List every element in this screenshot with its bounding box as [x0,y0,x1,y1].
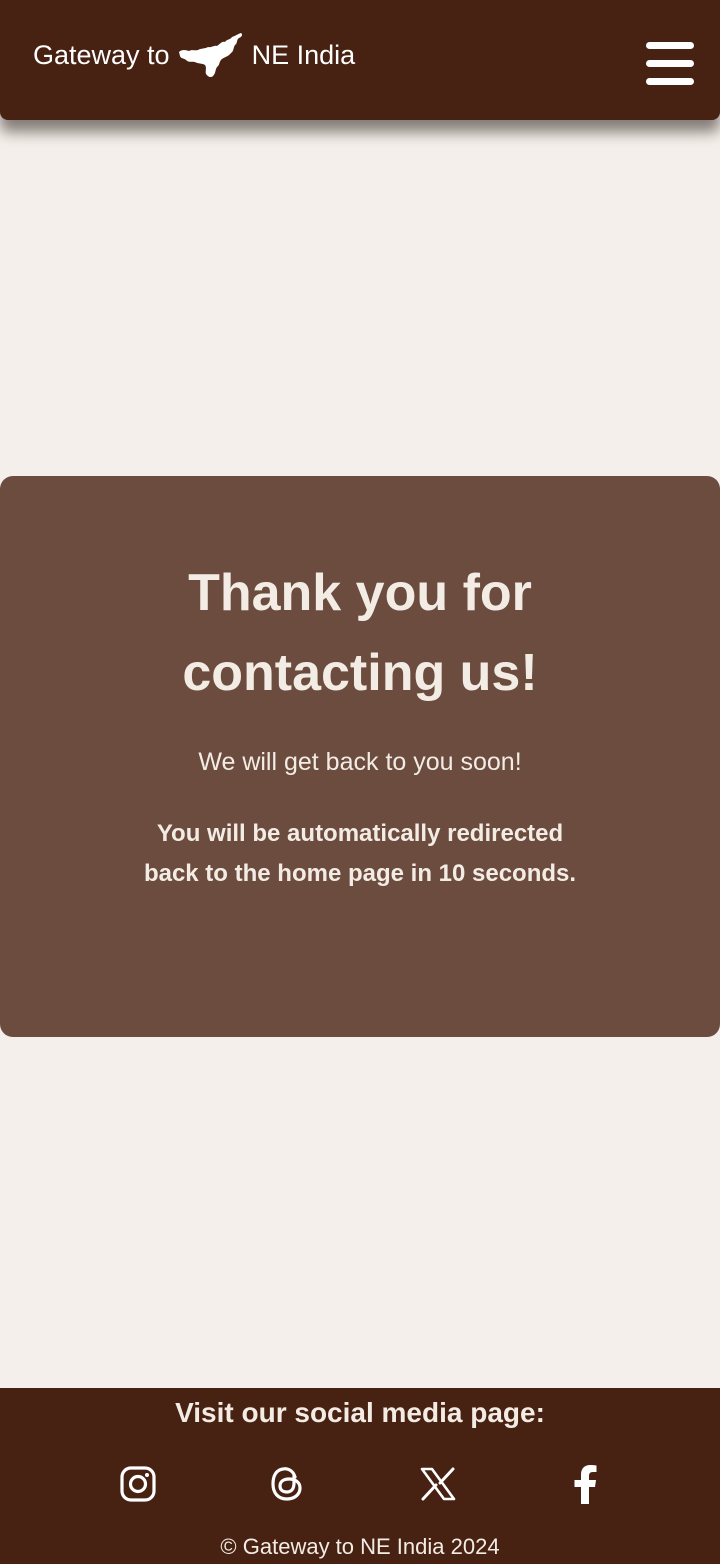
brand-prefix: Gateway to [33,39,170,70]
northeast-india-map-icon [178,33,242,78]
instagram-icon[interactable] [116,1462,160,1506]
menu-bar [646,42,694,49]
x-icon[interactable] [416,1462,460,1506]
threads-icon[interactable] [265,1462,309,1506]
copyright-text: © Gateway to NE India 2024 [220,1534,500,1559]
redirect-notice: You will be automatically redirected bac… [143,820,577,887]
social-heading: Visit our social media page: [175,1397,545,1428]
brand-suffix: NE India [251,39,356,70]
menu-bar [646,78,694,85]
site-header: Gateway to NE India [0,0,720,120]
confirmation-subtitle: We will get back to you soon! [198,748,522,776]
confirmation-title: Thank you for contacting us! [182,564,538,702]
facebook-icon[interactable] [563,1462,607,1506]
brand-logo-link[interactable]: Gateway to NE India [33,30,355,80]
menu-bar [646,60,694,67]
hamburger-menu-icon[interactable] [646,42,694,86]
